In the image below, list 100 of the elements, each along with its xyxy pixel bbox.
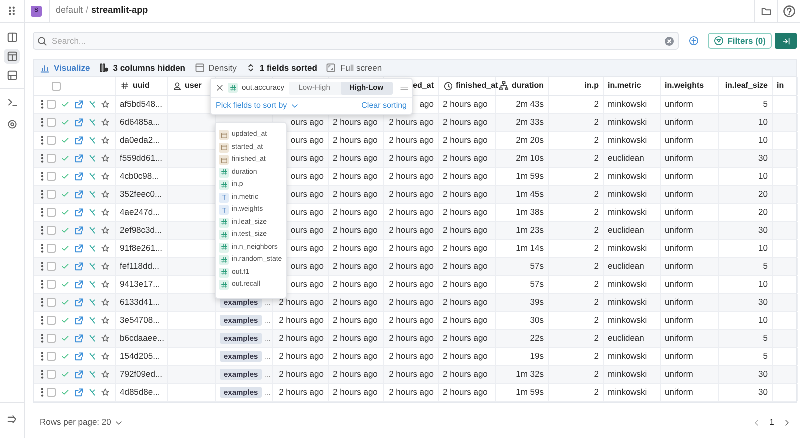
table-cell: 2 hours ago bbox=[389, 242, 434, 255]
table-cell: 30s bbox=[530, 314, 544, 327]
table-cell: 22s bbox=[530, 332, 544, 345]
table-cell: 154d205... bbox=[120, 350, 160, 363]
table-cell: 2 bbox=[594, 242, 599, 255]
table-cell: euclidean bbox=[608, 152, 644, 165]
page-button[interactable]: 1 bbox=[766, 416, 778, 428]
table-cell: 2 hours ago bbox=[333, 116, 378, 129]
table-cell: 2 hours ago bbox=[333, 224, 378, 237]
pick-fields-dropdown[interactable]: Pick fields to sort by bbox=[216, 100, 300, 112]
table-cell: 2 hours ago bbox=[389, 134, 434, 147]
table-cell: 2 hours ago bbox=[389, 170, 434, 183]
table-cell: minkowski bbox=[608, 98, 648, 111]
table-cell: 1m 59s bbox=[516, 170, 544, 183]
more-tags[interactable]: ... bbox=[264, 386, 271, 398]
table-cell: 2 hours ago bbox=[443, 242, 488, 255]
rows-per-page-select[interactable]: Rows per page: 20 bbox=[40, 416, 124, 429]
table-cell: 10 bbox=[758, 134, 768, 147]
table-cell: 2 bbox=[594, 278, 599, 291]
column-header[interactable]: duration bbox=[512, 80, 544, 92]
table-cell: 30 bbox=[758, 386, 768, 399]
table-cell: uniform bbox=[665, 152, 694, 165]
table-cell: da0eda2... bbox=[120, 134, 160, 147]
table-cell: 91f8e261... bbox=[120, 242, 163, 255]
table-cell: 19s bbox=[530, 350, 544, 363]
more-tags[interactable]: ... bbox=[264, 314, 271, 326]
table-cell: fef118dd... bbox=[120, 260, 160, 273]
table-cell: minkowski bbox=[608, 206, 648, 219]
column-header[interactable]: uuid bbox=[133, 80, 150, 92]
search-field[interactable]: Search... bbox=[33, 32, 679, 50]
column-header[interactable]: in.metric bbox=[608, 80, 642, 92]
more-tags[interactable]: ... bbox=[264, 350, 271, 362]
table-cell: 2 hours ago bbox=[279, 296, 324, 309]
table-cell: 2 bbox=[594, 260, 599, 273]
table-cell: 352feec0... bbox=[120, 188, 162, 201]
table-cell: 1m 38s bbox=[516, 206, 544, 219]
breadcrumb-link[interactable]: default bbox=[56, 4, 84, 18]
column-header[interactable]: in.weights bbox=[665, 80, 704, 92]
table-cell: 2 hours ago bbox=[389, 296, 434, 309]
table-cell: ours ago bbox=[290, 242, 324, 255]
table-cell: 2 bbox=[594, 224, 599, 237]
table-cell: 2 hours ago bbox=[333, 314, 378, 327]
table-cell: 2 hours ago bbox=[443, 350, 488, 363]
toolbar-button[interactable]: 3 columns hidden bbox=[99, 62, 186, 74]
table-cell: 2 hours ago bbox=[333, 386, 378, 399]
table-cell: 2 hours ago bbox=[443, 368, 488, 381]
table-cell: 2 hours ago bbox=[443, 332, 488, 345]
table-cell: 2 hours ago bbox=[333, 170, 378, 183]
table-cell: ours ago bbox=[290, 152, 324, 165]
table-cell: 2 hours ago bbox=[333, 134, 378, 147]
table-cell: 6133d41... bbox=[120, 296, 160, 309]
table-cell: uniform bbox=[665, 386, 694, 399]
table-cell: ago bbox=[420, 98, 434, 111]
table-cell: 57s bbox=[530, 278, 544, 291]
table-cell: 2 hours ago bbox=[389, 206, 434, 219]
table-cell: 2 hours ago bbox=[333, 152, 378, 165]
table-cell: ours ago bbox=[290, 134, 324, 147]
table-cell: 2 hours ago bbox=[333, 188, 378, 201]
table-cell: minkowski bbox=[608, 116, 648, 129]
table-cell: 2 hours ago bbox=[443, 314, 488, 327]
toolbar-button[interactable]: Density bbox=[194, 62, 237, 74]
table-cell: 2 bbox=[594, 116, 599, 129]
table-cell: uniform bbox=[665, 188, 694, 201]
table-cell: 2 bbox=[594, 332, 599, 345]
table-cell: minkowski bbox=[608, 350, 648, 363]
toolbar-button[interactable]: Full screen bbox=[326, 62, 382, 74]
table-cell: 1m 45s bbox=[516, 188, 544, 201]
table-cell: minkowski bbox=[608, 296, 648, 309]
filters-button[interactable]: Filters (0) bbox=[708, 33, 772, 49]
column-header[interactable]: finished_at bbox=[456, 80, 498, 92]
table-cell: 1m 23s bbox=[516, 224, 544, 237]
column-header[interactable]: in.leaf_size bbox=[725, 80, 768, 92]
table-cell: 30 bbox=[758, 152, 768, 165]
table-cell: 2 bbox=[594, 98, 599, 111]
column-header[interactable]: in.p bbox=[584, 80, 599, 92]
column-header[interactable]: ed_at bbox=[413, 80, 434, 92]
table-cell: 2 hours ago bbox=[389, 278, 434, 291]
table-cell: 4cb0c98... bbox=[120, 170, 160, 183]
toolbar-button[interactable]: 1 fields sorted bbox=[246, 62, 318, 74]
table-cell: 792f09ed... bbox=[120, 368, 163, 381]
table-cell: 2 hours ago bbox=[389, 350, 434, 363]
table-cell: minkowski bbox=[608, 278, 648, 291]
table-cell: 2 hours ago bbox=[389, 332, 434, 345]
table-cell: 2 hours ago bbox=[333, 242, 378, 255]
table-cell: 2 hours ago bbox=[443, 152, 488, 165]
column-header[interactable]: user bbox=[185, 80, 202, 92]
table-cell: 2 bbox=[594, 152, 599, 165]
table-cell: 2ef98c3d... bbox=[120, 224, 162, 237]
table-cell: uniform bbox=[665, 242, 694, 255]
table-cell: 2m 10s bbox=[516, 152, 544, 165]
table-cell: af5bd548... bbox=[120, 98, 163, 111]
table-cell: minkowski bbox=[608, 386, 648, 399]
table-cell: 2 hours ago bbox=[443, 296, 488, 309]
column-header[interactable]: in bbox=[777, 80, 784, 92]
table-cell: 2 hours ago bbox=[443, 134, 488, 147]
toolbar-button[interactable]: Visualize bbox=[40, 62, 90, 74]
table-cell: b6cdaaee... bbox=[120, 332, 164, 345]
clear-sorting-link[interactable]: Clear sorting bbox=[362, 100, 407, 112]
table-cell: 2 hours ago bbox=[389, 188, 434, 201]
table-cell: minkowski bbox=[608, 368, 648, 381]
